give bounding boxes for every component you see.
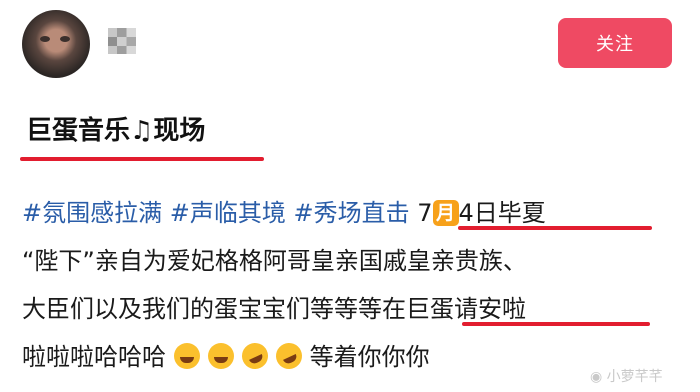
post-line-2: “陛下”亲自为爱妃格格阿哥皇亲国戚皇亲贵族、 [22, 247, 527, 275]
laugh-cry-emoji [207, 343, 234, 369]
date-prefix: 7 [417, 199, 433, 227]
hashtag-immersive[interactable]: #声临其境 [170, 199, 286, 227]
hashtag-show[interactable]: #秀场直击 [294, 199, 410, 227]
follow-button[interactable]: 关注 [558, 18, 672, 68]
hashtag-atmosphere[interactable]: #氛围感拉满 [22, 199, 162, 227]
watermark-text: 小萝芊芊 [606, 369, 663, 385]
laugh-cry-emoji [173, 343, 200, 369]
line4-end: 等着你你你 [309, 343, 430, 371]
date-suffix: 4日毕夏 [458, 199, 546, 227]
month-box: 月 [432, 200, 459, 226]
underline-line-3 [462, 322, 650, 326]
title-suffix: 现场 [153, 116, 206, 146]
post-line-1: #氛围感拉满 #声临其境 #秀场直击 7 月 4日毕夏 [22, 193, 546, 228]
title-underline [20, 157, 264, 161]
underline-line-1 [458, 226, 652, 230]
watermark: ◉ 小萝芊芊 [590, 366, 663, 386]
title-text: 巨蛋音乐 [26, 116, 131, 146]
line4-text: 啦啦啦哈哈哈 [22, 343, 166, 371]
post-line-4: 啦啦啦哈哈哈 等着你你你 [22, 337, 430, 374]
music-note-icon: ♫ [130, 116, 154, 146]
post-title: 巨蛋音乐♫现场 [26, 110, 205, 147]
username-pixelated[interactable] [108, 28, 136, 54]
avatar[interactable] [22, 10, 90, 78]
post-line-3: 大臣们以及我们的蛋宝宝们等等等在巨蛋请安啦 [22, 295, 526, 323]
rofl-emoji [271, 338, 306, 374]
rofl-emoji [237, 338, 272, 374]
weibo-logo: ◉ [590, 369, 603, 385]
